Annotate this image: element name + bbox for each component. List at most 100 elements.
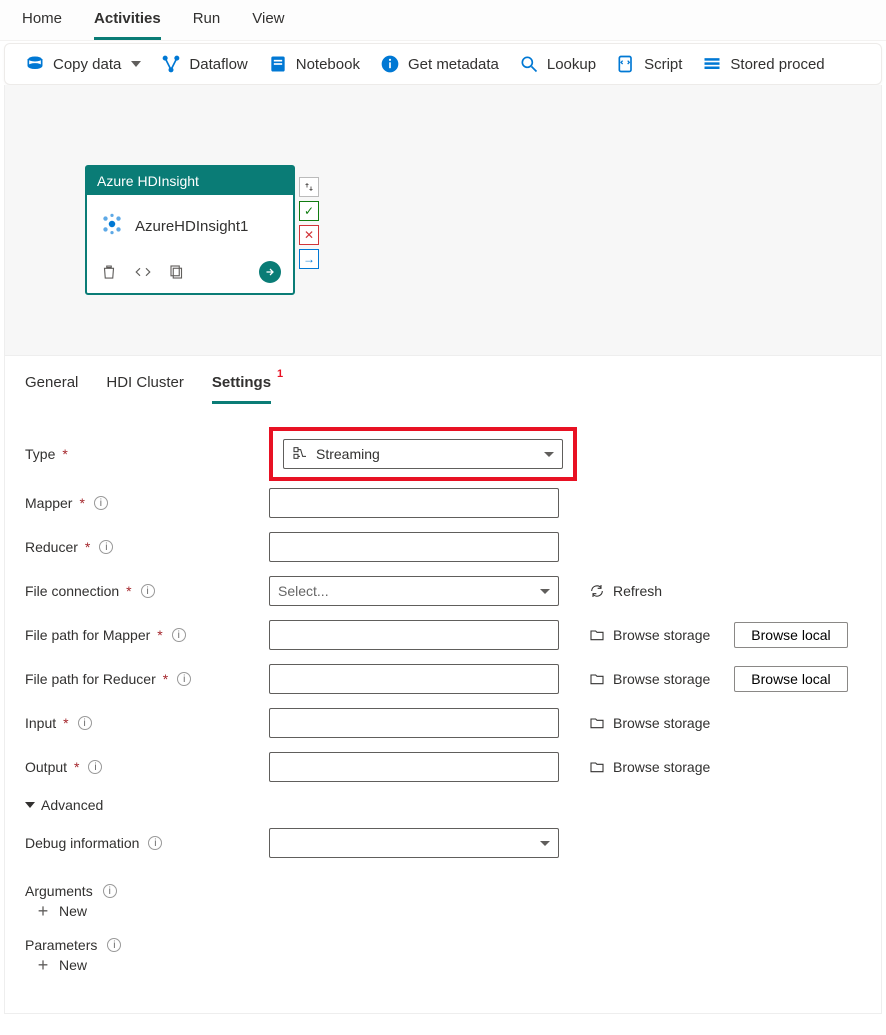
- notebook-label: Notebook: [296, 56, 360, 73]
- dataflow-button[interactable]: Dataflow: [161, 54, 247, 74]
- lookup-button[interactable]: Lookup: [519, 54, 596, 74]
- chevron-down-icon: [25, 802, 35, 808]
- copy-data-button[interactable]: Copy data: [25, 54, 141, 74]
- streaming-icon: [292, 445, 308, 464]
- input-path-input[interactable]: [269, 708, 559, 738]
- stored-procedure-icon: [702, 54, 722, 74]
- code-icon[interactable]: [133, 262, 153, 282]
- properties-panel: General HDI Cluster Settings 1 Type * St…: [4, 356, 882, 1014]
- file-connection-select[interactable]: Select...: [269, 576, 559, 606]
- tab-activities[interactable]: Activities: [94, 10, 161, 40]
- tab-view[interactable]: View: [252, 10, 284, 40]
- mapper-label: Mapper: [25, 495, 72, 511]
- file-path-mapper-input[interactable]: [269, 620, 559, 650]
- info-icon[interactable]: i: [177, 672, 191, 686]
- activities-toolbar: Copy data Dataflow Notebook Get metadata…: [4, 43, 882, 85]
- output-label: Output: [25, 759, 67, 775]
- info-icon[interactable]: i: [99, 540, 113, 554]
- script-label: Script: [644, 56, 682, 73]
- browse-local-button[interactable]: Browse local: [734, 622, 847, 648]
- activity-card[interactable]: Azure HDInsight AzureHDInsight1: [85, 165, 295, 295]
- copy-data-icon: [25, 54, 45, 74]
- stored-procedure-button[interactable]: Stored proced: [702, 54, 824, 74]
- plus-icon: +: [35, 903, 51, 919]
- advanced-toggle[interactable]: Advanced: [25, 797, 861, 813]
- folder-icon: [589, 671, 605, 687]
- settings-form: Type * Streaming Mapper *: [25, 427, 861, 973]
- activity-name: AzureHDInsight1: [135, 218, 248, 235]
- refresh-link[interactable]: Refresh: [589, 583, 662, 599]
- tab-settings[interactable]: Settings 1: [212, 374, 271, 404]
- tab-general[interactable]: General: [25, 374, 78, 404]
- tab-settings-label: Settings: [212, 374, 271, 391]
- handle-reorder-icon[interactable]: [299, 177, 319, 197]
- info-icon[interactable]: i: [141, 584, 155, 598]
- type-highlight-box: Streaming: [269, 427, 577, 481]
- file-connection-placeholder: Select...: [278, 583, 329, 599]
- stored-procedure-label: Stored proced: [730, 56, 824, 73]
- handle-failure-icon[interactable]: ✕: [299, 225, 319, 245]
- copy-icon[interactable]: [167, 262, 187, 282]
- tab-home[interactable]: Home: [22, 10, 62, 40]
- get-metadata-button[interactable]: Get metadata: [380, 54, 499, 74]
- notebook-button[interactable]: Notebook: [268, 54, 360, 74]
- type-value: Streaming: [316, 446, 380, 462]
- arguments-label: Arguments: [25, 883, 93, 899]
- browse-local-button[interactable]: Browse local: [734, 666, 847, 692]
- activity-type-header: Azure HDInsight: [87, 167, 293, 195]
- script-icon: [616, 54, 636, 74]
- mapper-input[interactable]: [269, 488, 559, 518]
- plus-icon: +: [35, 957, 51, 973]
- file-path-reducer-input[interactable]: [269, 664, 559, 694]
- copy-data-label: Copy data: [53, 56, 121, 73]
- chevron-down-icon: [540, 589, 550, 594]
- folder-icon: [589, 759, 605, 775]
- search-icon: [519, 54, 539, 74]
- tab-run[interactable]: Run: [193, 10, 221, 40]
- run-icon[interactable]: [259, 261, 281, 283]
- chevron-down-icon: [540, 841, 550, 846]
- output-path-input[interactable]: [269, 752, 559, 782]
- pipeline-canvas[interactable]: Azure HDInsight AzureHDInsight1: [4, 85, 882, 356]
- chevron-down-icon: [544, 452, 554, 457]
- reducer-label: Reducer: [25, 539, 78, 555]
- chevron-down-icon: [131, 61, 141, 67]
- tab-hdi-cluster[interactable]: HDI Cluster: [106, 374, 184, 404]
- parameters-label: Parameters: [25, 937, 97, 953]
- required-star: *: [62, 446, 67, 462]
- info-icon[interactable]: i: [88, 760, 102, 774]
- debug-info-select[interactable]: [269, 828, 559, 858]
- settings-badge: 1: [277, 368, 283, 380]
- file-path-mapper-label: File path for Mapper: [25, 627, 150, 643]
- delete-icon[interactable]: [99, 262, 119, 282]
- info-icon[interactable]: i: [172, 628, 186, 642]
- info-icon[interactable]: i: [78, 716, 92, 730]
- hdinsight-icon: [99, 211, 125, 241]
- info-icon[interactable]: i: [148, 836, 162, 850]
- add-argument-button[interactable]: + New: [35, 903, 861, 919]
- add-parameter-button[interactable]: + New: [35, 957, 861, 973]
- type-label: Type: [25, 446, 55, 462]
- browse-storage-link[interactable]: Browse storage: [589, 671, 710, 687]
- dataflow-label: Dataflow: [189, 56, 247, 73]
- debug-label: Debug information: [25, 835, 139, 851]
- folder-icon: [589, 715, 605, 731]
- info-icon[interactable]: i: [103, 884, 117, 898]
- info-icon[interactable]: i: [107, 938, 121, 952]
- folder-icon: [589, 627, 605, 643]
- info-icon[interactable]: i: [94, 496, 108, 510]
- browse-storage-link[interactable]: Browse storage: [589, 627, 710, 643]
- browse-storage-link[interactable]: Browse storage: [589, 715, 710, 731]
- type-select[interactable]: Streaming: [283, 439, 563, 469]
- handle-success-icon[interactable]: ✓: [299, 201, 319, 221]
- get-metadata-label: Get metadata: [408, 56, 499, 73]
- notebook-icon: [268, 54, 288, 74]
- top-tab-bar: Home Activities Run View: [0, 0, 886, 41]
- script-button[interactable]: Script: [616, 54, 682, 74]
- reducer-input[interactable]: [269, 532, 559, 562]
- input-label: Input: [25, 715, 56, 731]
- file-path-reducer-label: File path for Reducer: [25, 671, 156, 687]
- browse-storage-link[interactable]: Browse storage: [589, 759, 710, 775]
- dataflow-icon: [161, 54, 181, 74]
- handle-skip-icon[interactable]: →: [299, 249, 319, 269]
